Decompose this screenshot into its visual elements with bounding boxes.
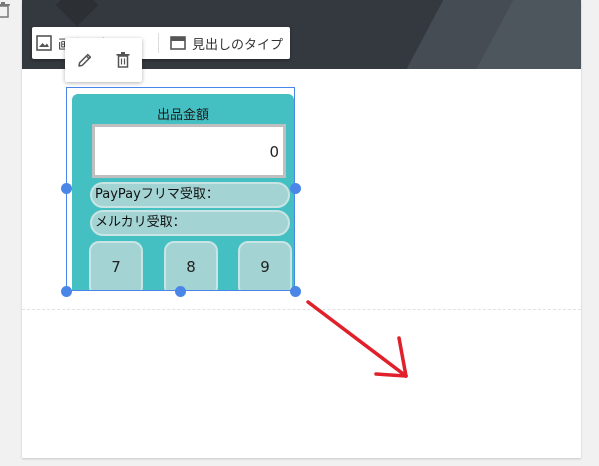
page-canvas: 画像を変更 見出しのタイプ: [22, 0, 581, 458]
image-icon: [36, 35, 52, 51]
annotation-arrow: [306, 300, 408, 378]
editor-stage: 画像を変更 見出しのタイプ: [0, 0, 599, 466]
pencil-icon[interactable]: [77, 52, 93, 68]
heading-type-button[interactable]: 見出しのタイプ: [170, 27, 283, 59]
trash-icon[interactable]: [0, 2, 10, 18]
embed-edit-popup: [65, 38, 142, 82]
resize-handle-right[interactable]: [290, 183, 301, 194]
resize-handle-bottom-right[interactable]: [290, 286, 301, 297]
toolbar-divider: [158, 33, 159, 53]
heading-type-icon: [170, 36, 186, 50]
resize-handle-bottom-left[interactable]: [61, 286, 72, 297]
heading-type-label: 見出しのタイプ: [192, 37, 284, 53]
delete-icon[interactable]: [116, 52, 130, 68]
selection-frame: [66, 87, 295, 291]
resize-handle-left[interactable]: [61, 183, 72, 194]
resize-handle-bottom[interactable]: [175, 286, 186, 297]
